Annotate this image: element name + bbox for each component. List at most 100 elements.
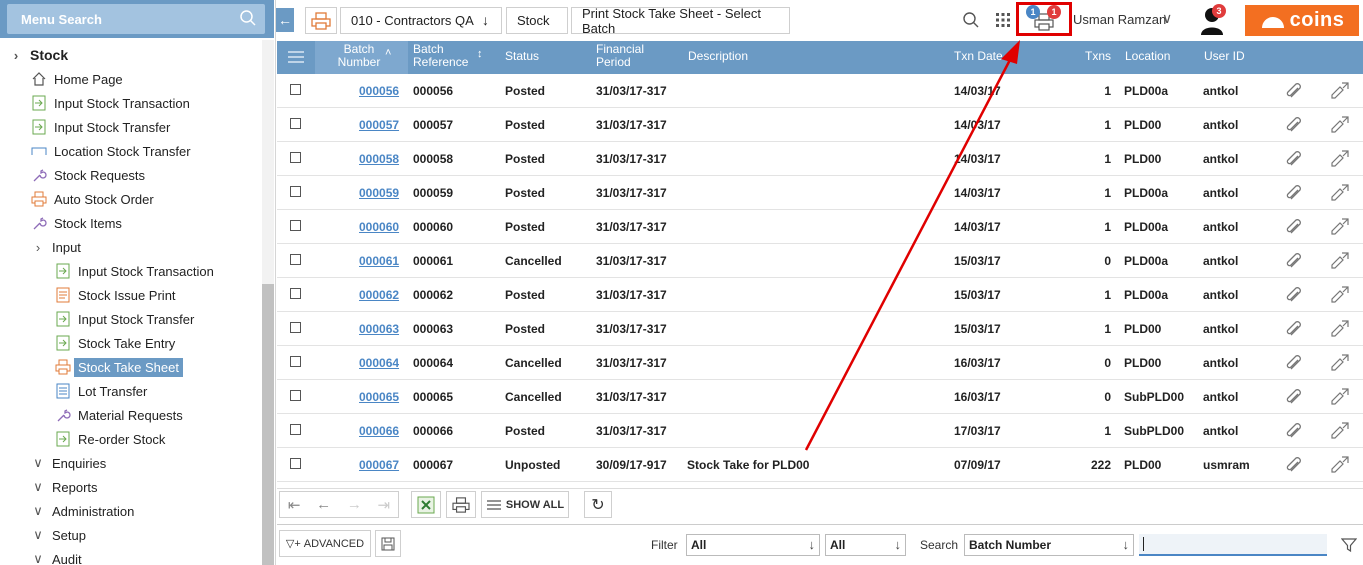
sidebar-scrollbar[interactable]	[262, 40, 274, 565]
back-button[interactable]: ←	[276, 8, 294, 32]
refresh-button[interactable]: ↻	[584, 491, 612, 518]
edit-open-icon[interactable]	[1329, 354, 1349, 372]
sidebar-item-stock-items[interactable]: Stock Items	[30, 212, 122, 234]
table-row[interactable]: 000061 000061 Cancelled 31/03/17-317 15/03/1…	[277, 244, 1363, 278]
col-financial-period[interactable]: Financial Period	[596, 43, 656, 69]
sidebar-item-home-page[interactable]: Home Page	[30, 68, 123, 90]
search-icon[interactable]	[962, 11, 980, 29]
sidebar-item-stock-take-sheet[interactable]: Stock Take Sheet	[54, 356, 183, 378]
previous-page-icon[interactable]: ←	[316, 496, 331, 513]
batch-number-link[interactable]: 000063	[359, 322, 399, 336]
batch-number-link[interactable]: 000065	[359, 390, 399, 404]
search-icon[interactable]	[239, 9, 257, 27]
show-all-button[interactable]: SHOW ALL	[481, 491, 569, 518]
breadcrumb-module[interactable]: Stock	[506, 7, 568, 34]
row-checkbox[interactable]	[290, 220, 301, 231]
edit-open-icon[interactable]	[1329, 456, 1349, 474]
table-row[interactable]: 000058 000058 Posted 31/03/17-317 14/03/17 1 P…	[277, 142, 1363, 176]
sidebar-item-lot-transfer[interactable]: Lot Transfer	[54, 380, 147, 402]
row-checkbox[interactable]	[290, 254, 301, 265]
sidebar-item-stock-requests[interactable]: Stock Requests	[30, 164, 145, 186]
row-checkbox[interactable]	[290, 288, 301, 299]
filter-select-2[interactable]: All ↓	[825, 534, 906, 556]
edit-open-icon[interactable]	[1329, 286, 1349, 304]
sidebar-item-administration[interactable]: ∨ Administration	[32, 500, 134, 522]
table-row[interactable]: 000062 000062 Posted 31/03/17-317 15/03/17 1 P…	[277, 278, 1363, 312]
sidebar-item-material-requests[interactable]: Material Requests	[54, 404, 183, 426]
attachment-icon[interactable]	[1285, 252, 1305, 270]
edit-open-icon[interactable]	[1329, 150, 1349, 168]
row-checkbox[interactable]	[290, 390, 301, 401]
attachment-icon[interactable]	[1285, 354, 1305, 372]
batch-number-link[interactable]: 000062	[359, 288, 399, 302]
attachment-icon[interactable]	[1285, 184, 1305, 202]
batch-number-link[interactable]: 000066	[359, 424, 399, 438]
edit-open-icon[interactable]	[1329, 116, 1349, 134]
row-checkbox[interactable]	[290, 152, 301, 163]
col-location[interactable]: Location	[1125, 50, 1170, 63]
batch-number-link[interactable]: 000059	[359, 186, 399, 200]
print-queue-button[interactable]: 1 1	[1026, 5, 1061, 34]
row-checkbox[interactable]	[290, 424, 301, 435]
next-page-icon[interactable]: →	[347, 496, 362, 513]
export-excel-button[interactable]	[411, 491, 441, 518]
breadcrumb-print-icon[interactable]	[305, 7, 337, 34]
col-user-id[interactable]: User ID	[1204, 50, 1245, 63]
apps-grid-icon[interactable]	[995, 12, 1011, 28]
table-row[interactable]: 000056 000056 Posted 31/03/17-317 14/03/17 1 P…	[277, 74, 1363, 108]
print-grid-button[interactable]	[446, 491, 476, 518]
save-filter-button[interactable]	[375, 530, 401, 557]
sidebar-item-audit[interactable]: ∨ Audit	[32, 548, 81, 565]
advanced-button[interactable]: ▽+ ADVANCED	[279, 530, 371, 557]
sidebar-item-input-stock-transfer[interactable]: Input Stock Transfer	[30, 116, 170, 138]
sidebar-item-setup[interactable]: ∨ Setup	[32, 524, 86, 546]
edit-open-icon[interactable]	[1329, 388, 1349, 406]
col-batch-number[interactable]: Batch Number ˄	[315, 41, 408, 74]
breadcrumb-company[interactable]: 010 - Contractors QA ↓	[340, 7, 502, 34]
chevron-down-icon[interactable]: ∨	[1162, 10, 1172, 27]
attachment-icon[interactable]	[1285, 388, 1305, 406]
column-menu-button[interactable]	[277, 41, 315, 74]
sidebar-item-input[interactable]: › Input	[32, 236, 81, 258]
attachment-icon[interactable]	[1285, 456, 1305, 474]
user-name[interactable]: Usman Ramzan	[1073, 12, 1166, 27]
table-row[interactable]: 000066 000066 Posted 31/03/17-317 17/03/17 1 S…	[277, 414, 1363, 448]
sidebar-item-enquiries[interactable]: ∨ Enquiries	[32, 452, 106, 474]
sidebar-item-input-stock-transaction[interactable]: Input Stock Transaction	[30, 92, 190, 114]
menu-search-input[interactable]: Menu Search	[7, 4, 265, 34]
attachment-icon[interactable]	[1285, 286, 1305, 304]
table-row[interactable]: 000064 000064 Cancelled 31/03/17-317 16/03/1…	[277, 346, 1363, 380]
sidebar-item-input-stock-transaction-sub[interactable]: Input Stock Transaction	[54, 260, 214, 282]
sidebar-item-stock[interactable]: › Stock	[10, 44, 68, 66]
table-row[interactable]: 000059 000059 Posted 31/03/17-317 14/03/17 1 P…	[277, 176, 1363, 210]
batch-number-link[interactable]: 000064	[359, 356, 399, 370]
sidebar-item-input-stock-transfer-sub[interactable]: Input Stock Transfer	[54, 308, 194, 330]
sidebar-item-reports[interactable]: ∨ Reports	[32, 476, 97, 498]
attachment-icon[interactable]	[1285, 116, 1305, 134]
sidebar-scrollbar-thumb[interactable]	[262, 284, 274, 565]
attachment-icon[interactable]	[1285, 320, 1305, 338]
attachment-icon[interactable]	[1285, 150, 1305, 168]
sidebar-item-location-stock-transfer[interactable]: Location Stock Transfer	[30, 140, 191, 162]
edit-open-icon[interactable]	[1329, 218, 1349, 236]
table-row[interactable]: 000067 000067 Unposted 30/09/17-917 Stock Ta…	[277, 448, 1363, 482]
table-row[interactable]: 000065 000065 Cancelled 31/03/17-317 16/03/1…	[277, 380, 1363, 414]
edit-open-icon[interactable]	[1329, 184, 1349, 202]
search-field-select[interactable]: Batch Number ↓	[964, 534, 1134, 556]
attachment-icon[interactable]	[1285, 422, 1305, 440]
sidebar-item-stock-issue-print[interactable]: Stock Issue Print	[54, 284, 176, 306]
row-checkbox[interactable]	[290, 356, 301, 367]
row-checkbox[interactable]	[290, 84, 301, 95]
attachment-icon[interactable]	[1285, 218, 1305, 236]
batch-number-link[interactable]: 000057	[359, 118, 399, 132]
batch-number-link[interactable]: 000056	[359, 84, 399, 98]
last-page-icon[interactable]: ⇥	[378, 496, 391, 514]
sidebar-item-stock-take-entry[interactable]: Stock Take Entry	[54, 332, 175, 354]
search-input[interactable]	[1139, 534, 1327, 556]
batch-number-link[interactable]: 000058	[359, 152, 399, 166]
row-checkbox[interactable]	[290, 458, 301, 469]
col-txns[interactable]: Txns	[1085, 50, 1111, 63]
attachment-icon[interactable]	[1285, 82, 1305, 100]
filter-icon[interactable]	[1341, 537, 1357, 553]
table-row[interactable]: 000063 000063 Posted 31/03/17-317 15/03/17 1 P…	[277, 312, 1363, 346]
